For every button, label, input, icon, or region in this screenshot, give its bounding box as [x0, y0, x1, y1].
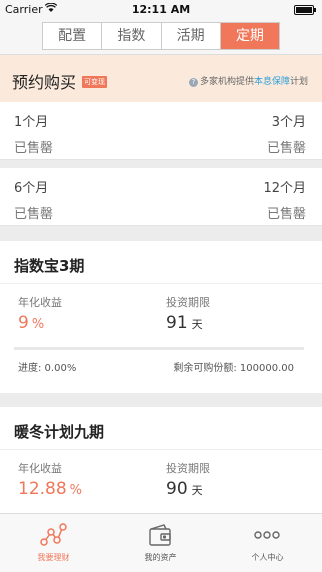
term-unit: 天 — [191, 484, 203, 497]
period-option[interactable]: 1个月 已售罄 — [14, 111, 53, 156]
tab-personal-center[interactable]: 个人中心 — [214, 514, 321, 572]
annual-rate-unit: % — [69, 483, 83, 498]
guarantee-info-prefix: 多家机构提供 — [199, 77, 254, 87]
sold-out-status: 已售罄 — [14, 207, 54, 222]
annual-rate-value: 12.88 — [18, 479, 67, 499]
period-option[interactable]: 6个月 已售罄 — [14, 177, 53, 222]
tab-label: 个人中心 — [251, 553, 284, 562]
product-card[interactable]: 暖冬计划九期 年化收益 投资期限 12.88% 90 天 — [0, 407, 322, 513]
tab-demand[interactable]: 活期 — [162, 23, 221, 49]
reserve-title: 预约购买 — [12, 73, 77, 92]
rate-label: 年化收益 — [18, 296, 62, 309]
investment-term: 90 天 — [166, 479, 203, 499]
guarantee-info-suffix: 计划 — [289, 77, 308, 87]
segmented-control: 配置 指数 活期 定期 — [42, 22, 280, 50]
product-title: 指数宝3期 — [14, 257, 85, 275]
wallet-icon — [146, 522, 174, 548]
sold-out-status: 已售罄 — [14, 141, 54, 156]
clock-time: 12:11 AM — [131, 3, 191, 16]
content-scroll[interactable]: 预约购买 可变现 ? 多家机构提供本息保障计划 1个月 已售罄 3个月 已售罄 6… — [0, 55, 322, 513]
top-segment-bar: 配置 指数 活期 定期 — [0, 20, 322, 55]
reserve-header: 预约购买 可变现 ? 多家机构提供本息保障计划 — [0, 55, 322, 102]
tab-fixed-term[interactable]: 定期 — [220, 23, 279, 49]
annual-rate: 12.88% — [18, 479, 82, 499]
annual-rate-value: 9 — [18, 313, 29, 333]
period-row: 6个月 已售罄 12个月 已售罄 — [0, 168, 322, 226]
guarantee-info[interactable]: ? 多家机构提供本息保障计划 — [188, 74, 308, 87]
redeemable-badge: 可变现 — [82, 76, 107, 88]
divider — [0, 283, 322, 284]
annual-rate: 9% — [18, 313, 44, 333]
period-term: 12个月 — [263, 181, 306, 196]
investment-term: 91 天 — [166, 313, 203, 333]
tab-config[interactable]: 配置 — [43, 23, 103, 49]
tab-my-finance[interactable]: 我要理财 — [0, 514, 107, 572]
term-value: 90 — [166, 479, 188, 499]
term-value: 91 — [166, 313, 188, 333]
tab-label: 我要理财 — [37, 553, 70, 562]
battery-icon — [294, 5, 316, 15]
tab-my-assets[interactable]: 我的资产 — [107, 514, 214, 572]
product-card[interactable]: 指数宝3期 年化收益 投资期限 9% 91 天 进度: 0.00% 剩余可购份额:… — [0, 241, 322, 393]
period-term: 1个月 — [14, 115, 49, 130]
term-label: 投资期限 — [166, 462, 210, 475]
period-term: 3个月 — [271, 115, 306, 130]
period-row: 1个月 已售罄 3个月 已售罄 — [0, 102, 322, 160]
more-dots-icon — [253, 522, 281, 548]
tab-label: 我的资产 — [144, 553, 177, 562]
progress-bar — [14, 347, 304, 350]
rate-label: 年化收益 — [18, 462, 62, 475]
term-label: 投资期限 — [166, 296, 210, 309]
bottom-tab-bar: 我要理财 我的资产 个人中心 — [0, 513, 322, 572]
remaining-shares: 剩余可购份额: 100000.00 — [173, 363, 294, 374]
sold-out-status: 已售罄 — [266, 207, 306, 222]
product-title: 暖冬计划九期 — [14, 423, 105, 441]
tab-index[interactable]: 指数 — [102, 23, 162, 49]
status-bar: Carrier 12:11 AM — [0, 0, 322, 20]
annual-rate-unit: % — [31, 317, 45, 332]
term-unit: 天 — [191, 318, 203, 331]
period-option[interactable]: 3个月 已售罄 — [267, 111, 306, 156]
guarantee-info-highlight[interactable]: 本息保障 — [254, 77, 290, 87]
info-icon: ? — [188, 78, 198, 87]
sold-out-status: 已售罄 — [266, 141, 306, 156]
finance-network-icon — [39, 522, 67, 548]
divider — [0, 449, 322, 450]
progress-text: 进度: 0.00% — [18, 363, 77, 374]
period-term: 6个月 — [14, 181, 49, 196]
period-option[interactable]: 12个月 已售罄 — [263, 177, 306, 222]
